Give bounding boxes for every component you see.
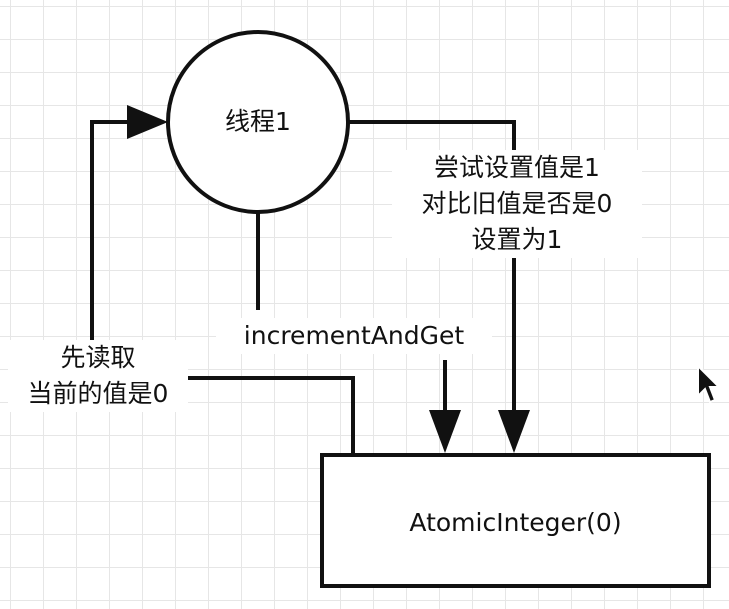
edge-cas-label: 尝试设置值是1 对比旧值是否是0 设置为1 [392,150,642,258]
edge-cas-label-line-3: 设置为1 [471,225,563,254]
thread-node-label: 线程1 [225,107,291,136]
edge-cas-label-line-2: 对比旧值是否是0 [421,189,613,218]
edge-read-label-line-2: 当前的值是0 [27,379,169,408]
mouse-cursor-icon [697,364,722,404]
edge-increment-label: incrementAndGet [216,318,492,354]
diagram-canvas: 线程1 AtomicInteger(0) 先读取 当前的值是0 incremen… [0,0,729,609]
edge-read-label: 先读取 当前的值是0 [8,340,188,412]
edge-increment-arrowhead [429,410,461,453]
edge-cas-label-line-1: 尝试设置值是1 [434,153,600,182]
edge-read-label-line-1: 先读取 [60,343,136,372]
atomic-integer-label: AtomicInteger(0) [409,508,622,537]
edge-cas-arrowhead [498,410,530,453]
edge-read-arrowhead [127,105,168,139]
